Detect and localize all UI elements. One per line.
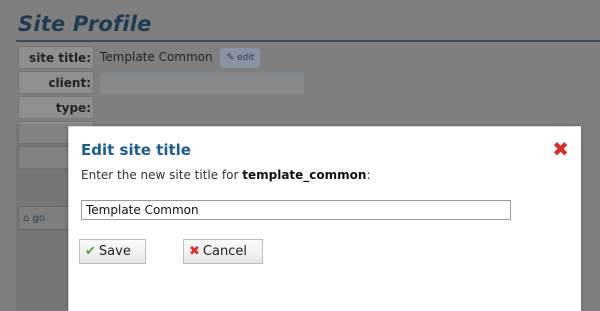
instruction-prefix: Enter the new site title for	[81, 168, 243, 182]
row-label: type:	[18, 96, 94, 119]
save-button[interactable]: ✔ Save	[79, 239, 146, 264]
modal-backdrop	[16, 124, 70, 310]
cancel-button[interactable]: ✖ Cancel	[183, 239, 263, 264]
left-gutter	[0, 0, 16, 310]
row-value: Template Common ✎ edit	[100, 46, 261, 69]
save-label: Save	[98, 244, 131, 259]
instruction-site-name: template_common	[242, 168, 367, 182]
pencil-icon: ✎	[226, 52, 234, 63]
cancel-label: Cancel	[202, 244, 247, 259]
dialog-title: Edit site title	[81, 141, 191, 159]
check-icon: ✔	[85, 244, 96, 259]
page-title: Site Profile	[18, 12, 152, 36]
row-label: client:	[18, 71, 94, 94]
edit-label: edit	[237, 52, 255, 63]
header-divider	[16, 40, 600, 42]
cross-icon: ✖	[189, 244, 200, 259]
page: Site Profile site title: Template Common…	[0, 0, 600, 311]
client-value	[100, 73, 304, 94]
edit-site-title-dialog: Edit site title ✖ Enter the new site tit…	[68, 126, 581, 311]
close-icon[interactable]: ✖	[552, 139, 569, 159]
dialog-instruction: Enter the new site title for template_co…	[81, 168, 371, 182]
instruction-suffix: :	[366, 168, 371, 182]
edit-button[interactable]: ✎ edit	[220, 47, 261, 68]
site-title-input[interactable]	[81, 200, 511, 220]
site-title-value: Template Common	[100, 50, 213, 64]
row-label: site title:	[18, 46, 94, 69]
